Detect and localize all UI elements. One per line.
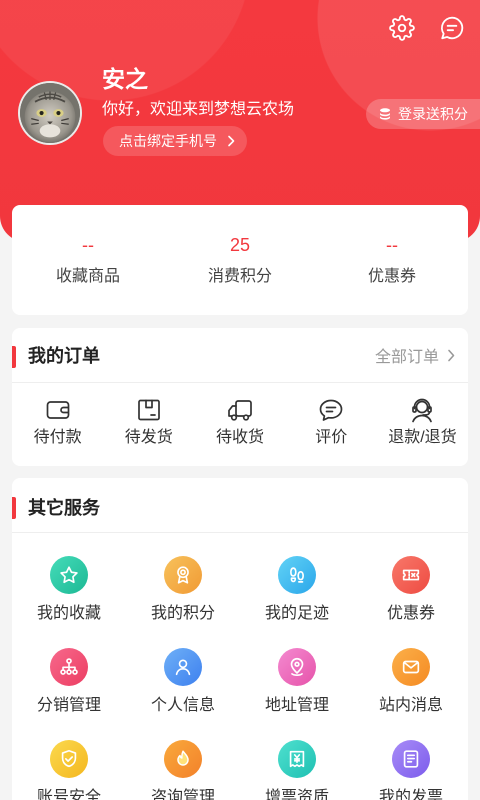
services-grid: 我的收藏 我的积分 我的足迹 优惠券 分销管理 个人信息 地址管理 站内消息 账… xyxy=(12,533,468,800)
person-icon xyxy=(164,648,202,686)
service-label: 站内消息 xyxy=(378,697,443,714)
service-label: 优惠券 xyxy=(386,605,435,622)
order-status-row: 待付款 待发货 待收货 评价 退款/退货 xyxy=(12,383,468,466)
service-account-security[interactable]: 账号安全 xyxy=(12,717,126,800)
order-label: 退款/退货 xyxy=(388,429,457,446)
service-label: 增票资质 xyxy=(264,789,329,800)
receipt-yen-icon xyxy=(278,740,316,778)
service-vat-qualification[interactable]: 增票资质 xyxy=(240,717,354,800)
chevron-right-icon xyxy=(227,135,235,147)
all-orders-link[interactable]: 全部订单 xyxy=(375,343,455,367)
customer-service-icon xyxy=(408,396,436,424)
order-label: 待发货 xyxy=(124,429,173,446)
invoice-document-icon xyxy=(392,740,430,778)
network-icon xyxy=(50,648,88,686)
service-label: 我的收藏 xyxy=(36,605,101,622)
wallet-icon xyxy=(44,396,72,424)
order-label: 待付款 xyxy=(33,429,82,446)
shield-check-icon xyxy=(50,740,88,778)
location-pin-icon xyxy=(278,648,316,686)
chevron-right-icon xyxy=(447,349,455,362)
all-orders-label: 全部订单 xyxy=(374,349,439,366)
section-accent-bar xyxy=(12,497,16,519)
message-icon[interactable] xyxy=(439,15,465,41)
gear-icon[interactable] xyxy=(389,15,415,41)
avatar[interactable] xyxy=(18,81,82,145)
stat-coupons[interactable]: -- 优惠券 xyxy=(316,205,468,315)
stat-favorites[interactable]: -- 收藏商品 xyxy=(12,205,164,315)
orders-title: 我的订单 xyxy=(28,346,100,366)
service-label: 咨询管理 xyxy=(150,789,215,800)
service-profile[interactable]: 个人信息 xyxy=(126,625,240,717)
comment-icon xyxy=(317,396,345,424)
stat-value: 25 xyxy=(229,235,251,255)
service-label: 我的足迹 xyxy=(264,605,329,622)
order-label: 待收货 xyxy=(216,429,265,446)
stat-value: -- xyxy=(386,235,398,255)
stat-label: 收藏商品 xyxy=(55,268,120,285)
login-points-button[interactable]: 登录送积分 xyxy=(366,99,480,129)
order-pending-payment[interactable]: 待付款 xyxy=(12,383,103,466)
service-history[interactable]: 我的足迹 xyxy=(240,533,354,625)
cat-avatar-image xyxy=(20,83,80,143)
service-label: 我的发票 xyxy=(378,789,443,800)
service-distribution[interactable]: 分销管理 xyxy=(12,625,126,717)
service-coupons[interactable]: 优惠券 xyxy=(354,533,468,625)
package-icon xyxy=(135,396,163,424)
service-messages[interactable]: 站内消息 xyxy=(354,625,468,717)
services-title: 其它服务 xyxy=(28,498,100,518)
stat-points[interactable]: 25 消费积分 xyxy=(164,205,316,315)
coin-stack-icon xyxy=(378,107,392,121)
bind-phone-label: 点击绑定手机号 xyxy=(119,133,217,149)
order-pending-shipment[interactable]: 待发货 xyxy=(103,383,194,466)
footprint-icon xyxy=(278,556,316,594)
login-points-label: 登录送积分 xyxy=(398,106,468,122)
service-address[interactable]: 地址管理 xyxy=(240,625,354,717)
profile-page: 安之 你好，欢迎来到梦想云农场 点击绑定手机号 登录送积分 -- 收藏商品 25… xyxy=(0,0,480,800)
services-header: 其它服务 xyxy=(12,478,468,533)
greeting-text: 你好，欢迎来到梦想云农场 xyxy=(102,101,295,118)
service-label: 地址管理 xyxy=(264,697,329,714)
coupon-icon xyxy=(392,556,430,594)
flame-icon xyxy=(164,740,202,778)
service-consultation[interactable]: 咨询管理 xyxy=(126,717,240,800)
section-accent-bar xyxy=(12,346,16,368)
medal-icon xyxy=(164,556,202,594)
order-label: 评价 xyxy=(315,429,348,446)
service-label: 账号安全 xyxy=(36,789,101,800)
stat-label: 消费积分 xyxy=(207,268,272,285)
service-points[interactable]: 我的积分 xyxy=(126,533,240,625)
stat-value: -- xyxy=(82,235,94,255)
orders-header: 我的订单 全部订单 xyxy=(12,328,468,383)
bind-phone-button[interactable]: 点击绑定手机号 xyxy=(103,126,247,156)
stats-card: -- 收藏商品 25 消费积分 -- 优惠券 xyxy=(12,205,468,315)
stat-label: 优惠券 xyxy=(367,268,416,285)
service-label: 我的积分 xyxy=(150,605,215,622)
service-invoices[interactable]: 我的发票 xyxy=(354,717,468,800)
service-favorites[interactable]: 我的收藏 xyxy=(12,533,126,625)
order-review[interactable]: 评价 xyxy=(286,383,377,466)
truck-icon xyxy=(226,396,254,424)
star-icon xyxy=(50,556,88,594)
orders-card: 我的订单 全部订单 待付款 待发货 待收货 评价 退款/退货 xyxy=(12,328,468,466)
service-label: 个人信息 xyxy=(150,697,215,714)
service-label: 分销管理 xyxy=(36,697,101,714)
user-name: 安之 xyxy=(102,66,148,92)
envelope-icon xyxy=(392,648,430,686)
services-card: 其它服务 我的收藏 我的积分 我的足迹 优惠券 分销管理 个人信息 地址管理 站… xyxy=(12,478,468,800)
order-pending-receipt[interactable]: 待收货 xyxy=(194,383,285,466)
order-refund-return[interactable]: 退款/退货 xyxy=(377,383,468,466)
